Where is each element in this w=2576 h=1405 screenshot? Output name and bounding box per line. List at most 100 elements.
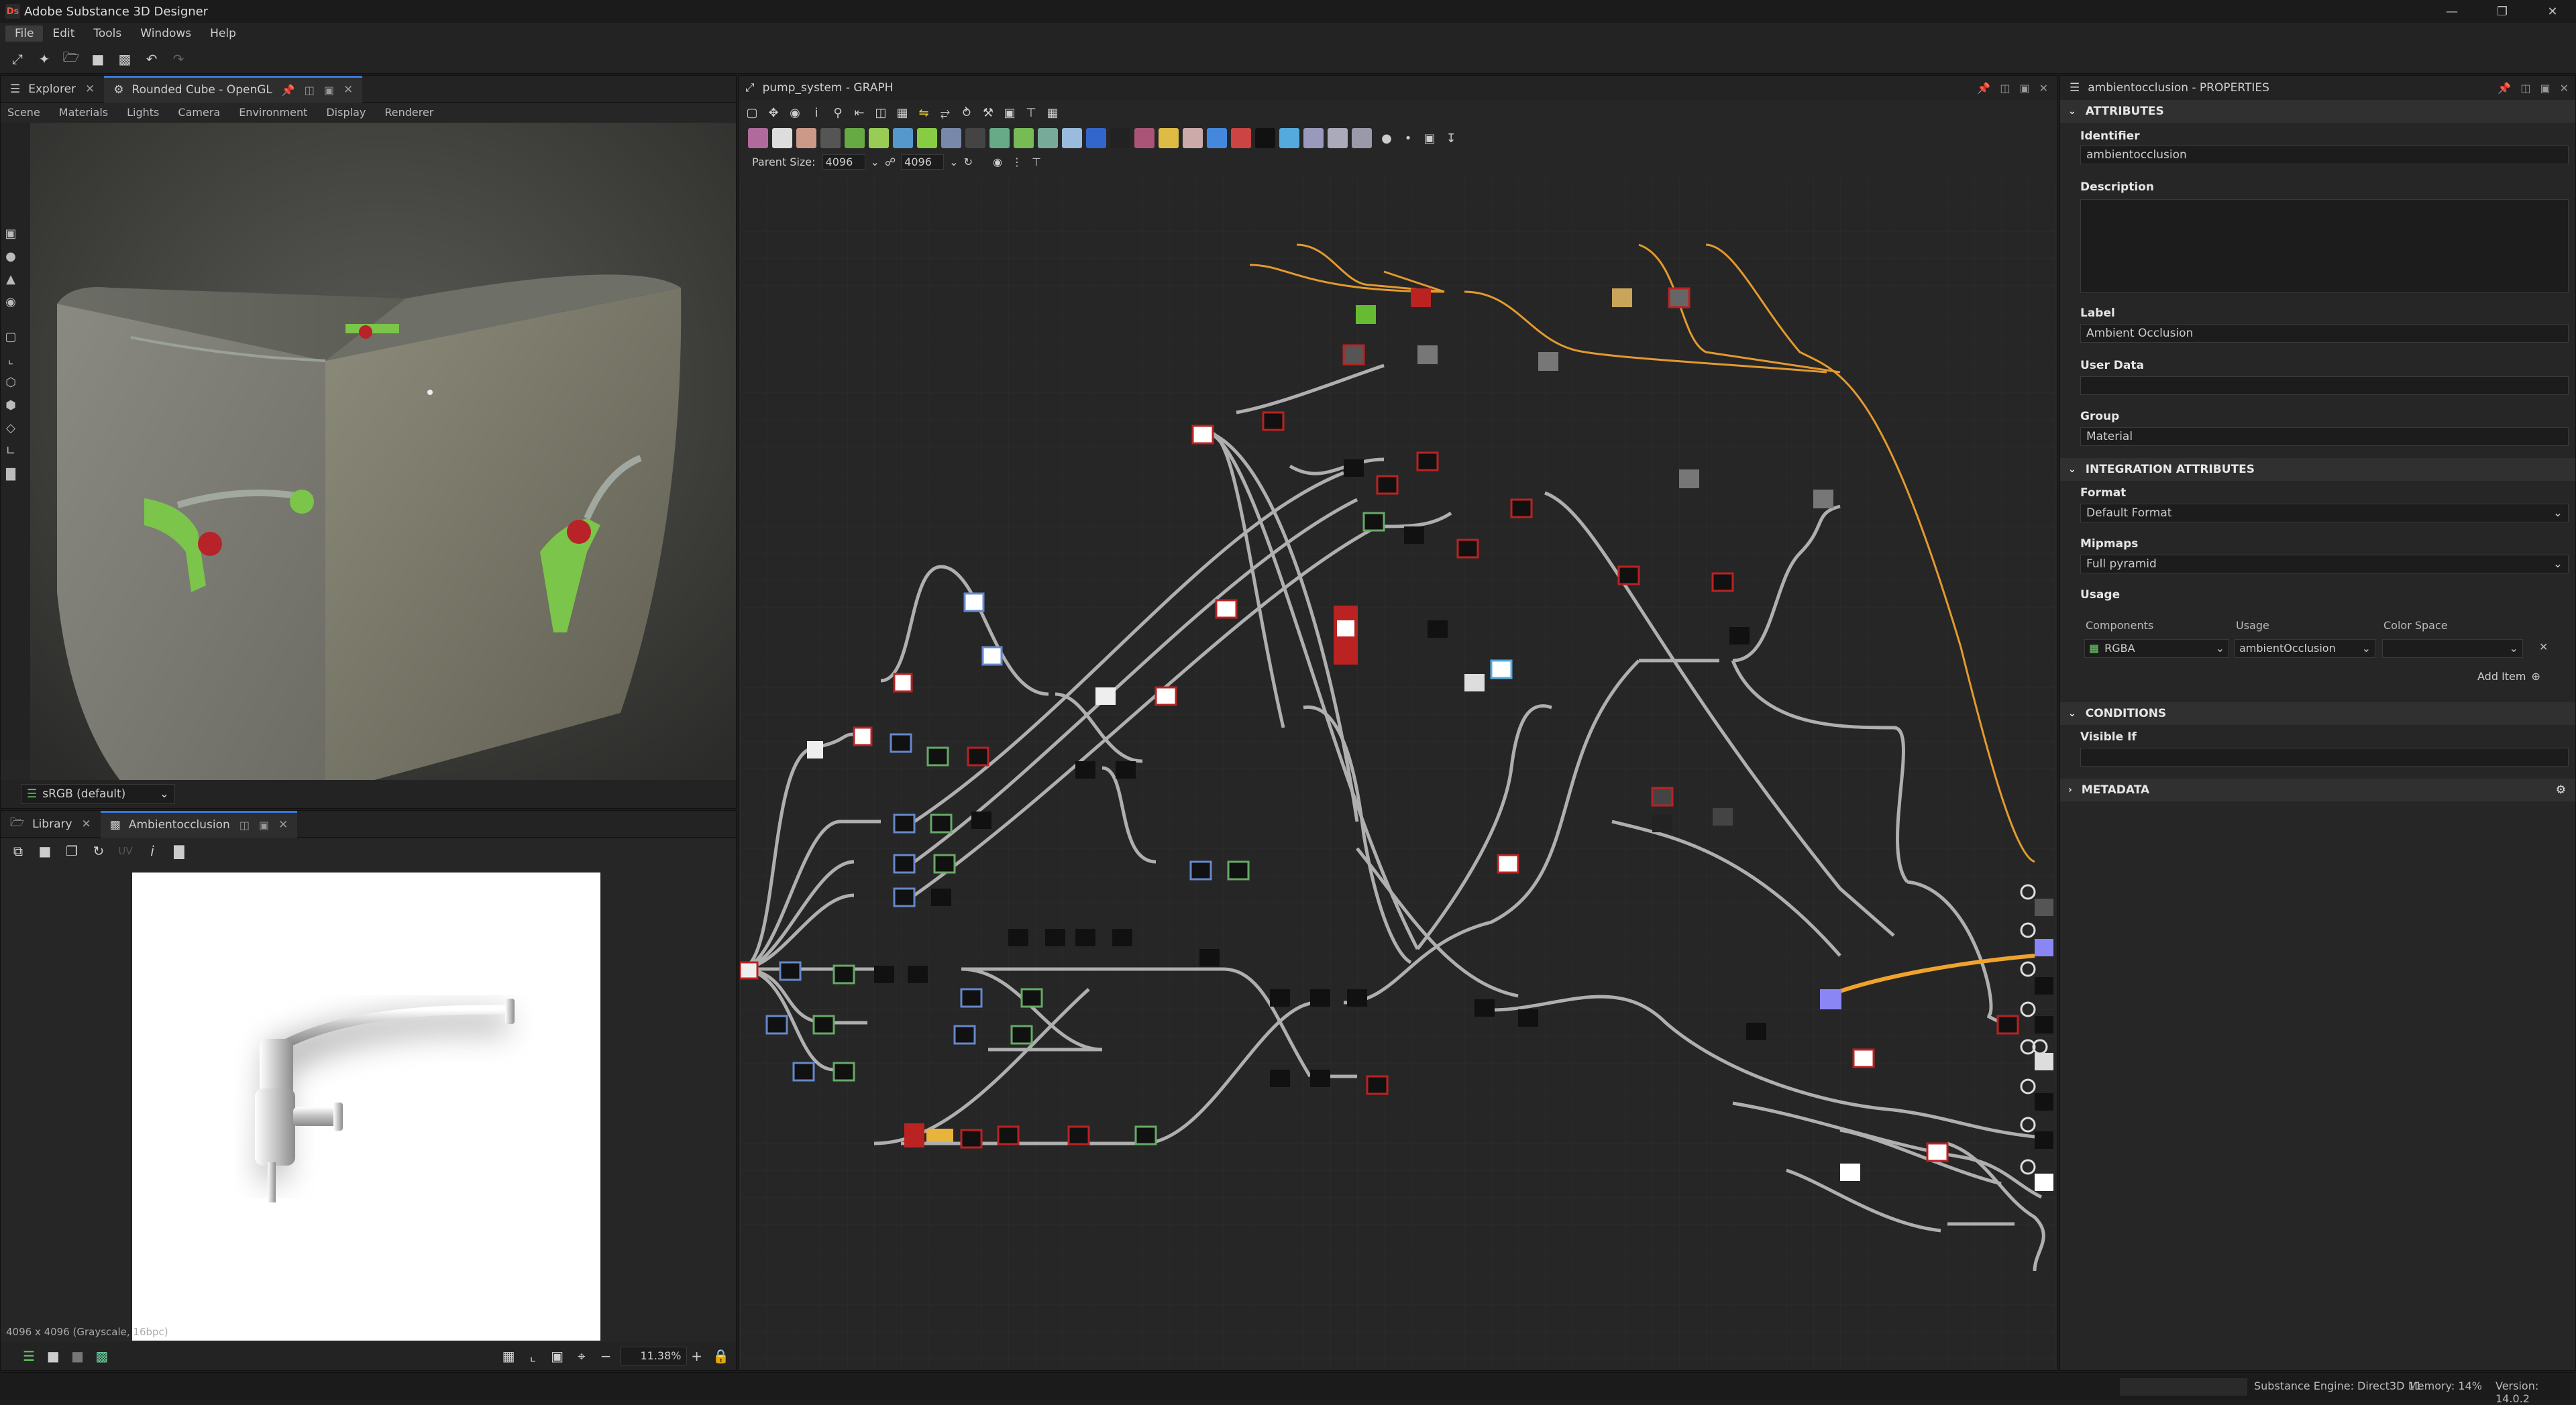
node-noise-icon[interactable]	[941, 128, 961, 148]
node-gradient-icon[interactable]	[845, 128, 865, 148]
copy-icon[interactable]: ⧉	[7, 840, 29, 862]
maximize-icon[interactable]: ▣	[259, 819, 269, 832]
node-text-icon[interactable]	[1183, 128, 1203, 148]
info-icon[interactable]: i	[142, 840, 163, 862]
grid-icon[interactable]: ▦	[1042, 102, 1063, 123]
open-folder-icon[interactable]: 🗁	[60, 48, 82, 70]
screenshot-icon[interactable]: ◉	[1, 292, 21, 312]
node-tile-icon[interactable]	[965, 128, 985, 148]
save-icon[interactable]: ■	[87, 48, 109, 70]
maximize-icon[interactable]: ▣	[324, 84, 334, 97]
settings-icon[interactable]: ⚙	[2556, 783, 2566, 797]
mipmaps-dropdown[interactable]: Full pyramid ⌄	[2080, 555, 2569, 573]
close-icon[interactable]: ✕	[82, 818, 91, 831]
node-value-icon[interactable]	[1110, 128, 1130, 148]
float-icon[interactable]: ◫	[2520, 82, 2530, 95]
download-icon[interactable]: ↧	[1440, 127, 1462, 149]
tab-library[interactable]: 🗁 Library ✕	[1, 811, 101, 838]
node-transform-icon[interactable]	[820, 128, 841, 148]
viewport-menu-display[interactable]: Display	[326, 106, 366, 119]
remove-item-icon[interactable]: ✕	[2539, 640, 2548, 653]
wrench-icon[interactable]: ⚒	[977, 102, 999, 123]
save-all-icon[interactable]: ▩	[114, 48, 136, 70]
tab-explorer[interactable]: ☰ Explorer ✕	[1, 76, 104, 103]
minimize-icon[interactable]: —	[2428, 0, 2475, 23]
zoom-in-icon[interactable]: +	[687, 1345, 706, 1367]
black-bg-icon[interactable]: ■	[44, 1345, 62, 1367]
float-icon[interactable]: ◫	[2000, 82, 2010, 95]
section-metadata[interactable]: › METADATA ⚙	[2060, 779, 2575, 801]
float-icon[interactable]: ◫	[305, 84, 315, 97]
node-shape-icon[interactable]	[989, 128, 1010, 148]
add-item-button[interactable]: Add Item ⊕	[2477, 670, 2540, 683]
refresh-icon[interactable]: ↻	[88, 840, 109, 862]
ambient-occlusion-preview[interactable]	[132, 873, 600, 1341]
close-icon[interactable]: ✕	[2560, 82, 2569, 95]
userdata-field[interactable]	[2080, 376, 2569, 395]
reset-icon[interactable]: ↻	[964, 156, 973, 168]
node-bitmap-icon[interactable]	[748, 128, 768, 148]
camera-icon[interactable]: ▣	[1, 223, 21, 243]
environment-icon[interactable]: ▲	[1, 269, 21, 289]
viewport-menu-materials[interactable]: Materials	[59, 106, 108, 119]
node-comment-icon[interactable]	[1303, 128, 1324, 148]
pin-node-icon[interactable]: ⊤	[1020, 102, 1042, 123]
tab-ambientocclusion[interactable]: ▩ Ambientocclusion ◫ ▣ ✕	[100, 810, 298, 838]
graph-canvas[interactable]	[740, 178, 2056, 1370]
description-field[interactable]	[2080, 199, 2569, 293]
node-normal-icon[interactable]	[1062, 128, 1082, 148]
frame-node-icon[interactable]: ▣	[999, 102, 1020, 123]
redo-icon[interactable]: ↷	[168, 48, 189, 70]
menu-tools[interactable]: Tools	[84, 25, 131, 42]
close-icon[interactable]: ✕	[278, 818, 288, 832]
section-integration[interactable]: ⌄ INTEGRATION ATTRIBUTES	[2060, 458, 2575, 481]
node-filter-icon[interactable]	[1038, 128, 1058, 148]
menu-help[interactable]: Help	[201, 25, 246, 42]
viewport-menu-lights[interactable]: Lights	[127, 106, 159, 119]
share-icon[interactable]: ⤢	[7, 48, 28, 70]
export-icon[interactable]: ▣	[1419, 127, 1440, 149]
copy-image-icon[interactable]: ❐	[61, 840, 83, 862]
node-frame-icon[interactable]	[1328, 128, 1348, 148]
node-select-icon[interactable]	[1207, 128, 1227, 148]
close-icon[interactable]: ✕	[2039, 82, 2048, 95]
frame-selected-icon[interactable]: ✥	[763, 102, 784, 123]
identifier-field[interactable]: ambientocclusion	[2080, 146, 2569, 164]
node-blend-icon[interactable]	[796, 128, 816, 148]
histogram-icon[interactable]: ▇	[168, 840, 190, 862]
section-conditions[interactable]: ⌄ CONDITIONS	[2060, 702, 2575, 725]
distribute-icon[interactable]: ◫	[870, 102, 892, 123]
node-mask-icon[interactable]	[1134, 128, 1155, 148]
reroute-icon[interactable]: ⥁	[956, 102, 977, 123]
layout-icon[interactable]: ▦	[892, 102, 913, 123]
node-edge-icon[interactable]	[917, 128, 937, 148]
connect-icon[interactable]: ⥂	[934, 102, 956, 123]
pipe-icon[interactable]: ∟	[1, 441, 21, 461]
node-sphere-icon[interactable]	[1086, 128, 1106, 148]
fit-icon[interactable]: ▣	[548, 1345, 567, 1367]
lock-icon[interactable]: 🔒	[712, 1345, 731, 1367]
cube-icon[interactable]: ⬡	[1, 372, 21, 392]
restore-icon[interactable]: ❐	[2479, 0, 2526, 23]
chat-icon[interactable]: ●	[1376, 127, 1397, 149]
frame-icon[interactable]: ▢	[1, 327, 21, 347]
zoom-field[interactable]: 11.38%	[621, 1347, 688, 1365]
colorspace-usage-dropdown[interactable]: ⌄	[2382, 639, 2523, 658]
plane-icon[interactable]: ◇	[1, 418, 21, 438]
wireframe-icon[interactable]: ⬢	[1, 395, 21, 415]
frame-all-icon[interactable]: ▢	[741, 102, 763, 123]
checker-bg-icon[interactable]: ▩	[93, 1345, 111, 1367]
node-pattern-icon[interactable]	[1014, 128, 1034, 148]
node-output-icon[interactable]	[1231, 128, 1251, 148]
snapshot-icon[interactable]: ◉	[784, 102, 806, 123]
node-curve-icon[interactable]	[869, 128, 889, 148]
node-pixel-icon[interactable]	[1255, 128, 1275, 148]
node-fx-icon[interactable]	[1279, 128, 1299, 148]
save-image-icon[interactable]: ■	[34, 840, 56, 862]
node-group-icon[interactable]	[1352, 128, 1372, 148]
close-icon[interactable]: ✕	[85, 82, 95, 96]
section-attributes[interactable]: ⌄ ATTRIBUTES	[2060, 100, 2575, 123]
node-warning-icon[interactable]	[1159, 128, 1179, 148]
maximize-icon[interactable]: ▣	[2019, 82, 2029, 95]
label-field[interactable]: Ambient Occlusion	[2080, 324, 2569, 343]
